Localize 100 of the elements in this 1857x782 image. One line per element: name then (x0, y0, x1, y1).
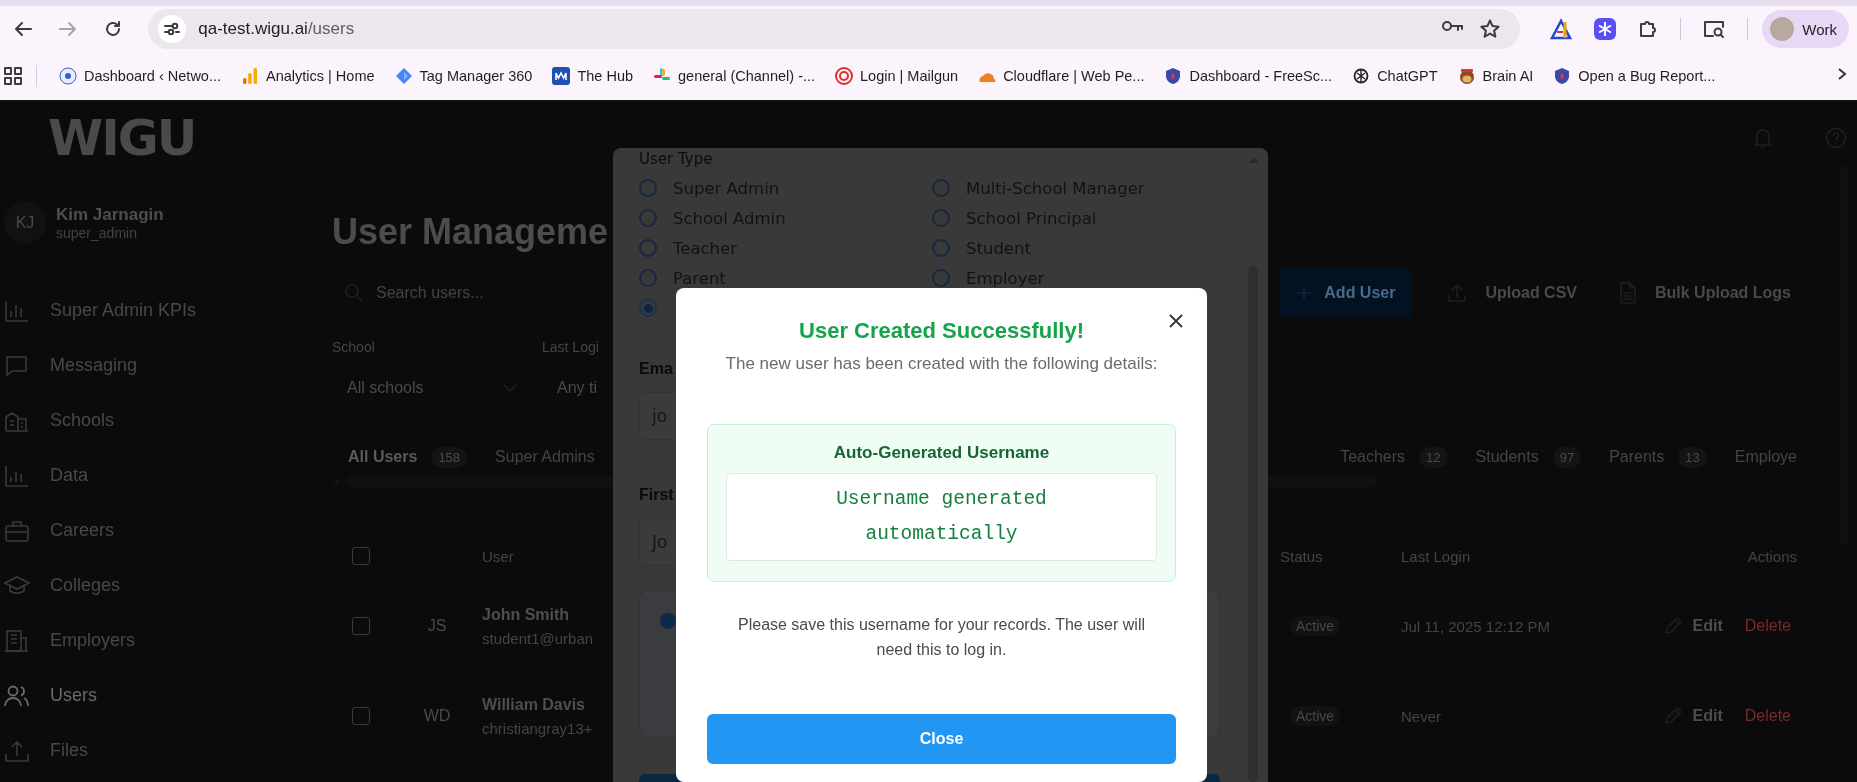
url-text: qa-test.wigu.ai/users (198, 19, 356, 39)
diamond-icon (394, 67, 413, 85)
triangle-ruler-icon[interactable] (1550, 18, 1573, 40)
sidebar-item[interactable]: Schools (0, 393, 300, 448)
user-name: John Smith (482, 605, 570, 624)
bookmark[interactable]: Tag Manager 360 (384, 60, 543, 92)
upload-csv-button[interactable]: Upload CSV (1441, 282, 1583, 304)
filter-select[interactable]: All schools (332, 365, 532, 411)
user-initials: JS (426, 617, 448, 635)
dialog-subtitle: The new user has been created with the following details: (725, 354, 1158, 374)
column-header: Status (1280, 547, 1324, 565)
star-icon[interactable] (1480, 19, 1501, 39)
sidebar-item[interactable]: Messaging (0, 338, 300, 393)
column-header: User (482, 547, 515, 565)
radio-button[interactable] (932, 179, 950, 197)
user-email: christiangray13+ (482, 719, 593, 737)
upload-icon (4, 738, 30, 763)
bookmark[interactable]: Dashboard ‹ Netwo... (49, 60, 231, 92)
asterisk-icon[interactable] (1594, 18, 1617, 40)
row-checkbox[interactable] (352, 617, 370, 635)
edit-button[interactable]: Edit (1656, 705, 1729, 727)
select-all-checkbox[interactable] (352, 547, 370, 565)
profile-button[interactable]: Work (1762, 10, 1849, 48)
bookmark[interactable]: Open a Bug Report... (1543, 60, 1726, 92)
address-bar[interactable]: qa-test.wigu.ai/users (148, 9, 1521, 49)
bookmark[interactable]: Cloudflare | Web Pe... (968, 60, 1155, 92)
sidebar-item[interactable]: Users (0, 668, 300, 723)
sidebar-item[interactable]: Colleges (0, 558, 300, 613)
search-field[interactable]: Search users... (332, 271, 604, 315)
bookmark[interactable]: Brain AI (1447, 60, 1544, 92)
reload-icon (103, 20, 122, 38)
bookmark[interactable]: ChatGPT (1342, 60, 1448, 92)
radio-button[interactable] (639, 269, 657, 287)
briefcase-icon (4, 518, 30, 543)
back-arrow-icon (14, 21, 33, 37)
last-login: Never (1401, 707, 1442, 725)
bar-chart-icon (4, 298, 30, 323)
filter-label: Last Logi (542, 339, 600, 355)
username-label: Auto-Generated Username (833, 443, 1050, 463)
site-settings-icon[interactable] (158, 15, 187, 43)
radio-button[interactable] (639, 239, 657, 257)
key-icon[interactable] (1442, 19, 1465, 33)
puzzle-icon[interactable] (1638, 19, 1659, 39)
radio-button[interactable] (932, 209, 950, 227)
user-email: student1@urban (482, 629, 594, 647)
close-icon (1169, 314, 1183, 328)
sidebar-item[interactable]: Files (0, 723, 300, 778)
bookmark[interactable]: The Hub (542, 60, 644, 92)
radio-button[interactable] (639, 299, 657, 317)
sidebar-item[interactable]: Data (0, 448, 300, 503)
user-role: super_admin (56, 225, 138, 241)
bar-chart-icon (241, 67, 259, 85)
sidebar-item[interactable]: Super Admin KPIs (0, 283, 300, 338)
apps-grid-icon[interactable] (4, 67, 22, 85)
users-icon (4, 683, 30, 708)
row-checkbox[interactable] (352, 707, 370, 725)
delete-button[interactable]: Delete (1738, 616, 1797, 636)
radio-button[interactable] (639, 209, 657, 227)
sidebar-item[interactable]: Careers (0, 503, 300, 558)
user-name: William Davis (482, 695, 585, 714)
bulk-upload-logs-button[interactable]: Bulk Upload Logs (1613, 281, 1797, 305)
note-text: Please save this username for your records. The user will need this to log in. (737, 615, 1146, 660)
sidebar-item[interactable]: Employers (0, 613, 300, 668)
edit-button[interactable]: Edit (1656, 615, 1729, 637)
radio-button[interactable] (932, 239, 950, 257)
bookmark[interactable]: Login | Mailgun (825, 60, 969, 92)
shield-icon (1553, 67, 1572, 85)
radio-button[interactable] (639, 179, 657, 197)
column-header: Actions (1747, 547, 1797, 565)
filter-label: School (332, 339, 376, 355)
tab[interactable]: Employe (1734, 448, 1797, 466)
bar-chart-icon (4, 463, 30, 488)
building-icon (4, 628, 30, 653)
globe-icon (59, 67, 77, 85)
forward-arrow-icon (59, 21, 78, 37)
column-header: Last Login (1401, 547, 1472, 565)
message-icon (4, 353, 30, 378)
user-avatar: KJ (4, 202, 46, 244)
dot-icon (660, 613, 676, 629)
page-title: User Manageme (332, 211, 609, 253)
add-user-button[interactable]: Add User (1280, 268, 1412, 318)
close-dialog-button[interactable]: Close (707, 714, 1176, 764)
dialog-title: User Created Successfully! (799, 318, 1084, 344)
username-value: Username generated automatically (726, 473, 1157, 561)
chevron-right-icon[interactable] (1837, 67, 1847, 81)
tab-search-icon[interactable] (1703, 19, 1726, 39)
shield-icon (1164, 67, 1183, 85)
tab[interactable]: Super Admins (495, 448, 595, 466)
bookmark[interactable]: general (Channel) -... (643, 60, 826, 92)
logo: WIGU (48, 108, 196, 167)
user-initials: WD (422, 707, 452, 725)
delete-button[interactable]: Delete (1738, 706, 1797, 726)
avatar-icon (1770, 17, 1795, 41)
last-login: Jul 11, 2025 12:12 PM (1401, 617, 1551, 635)
wave-icon (552, 67, 571, 85)
sliders-icon (164, 22, 181, 36)
user-name: Kim Jarnagin (56, 205, 164, 225)
target-icon (835, 67, 854, 85)
bookmark[interactable]: Analytics | Home (231, 60, 385, 92)
bookmark[interactable]: Dashboard - FreeSc... (1154, 60, 1343, 92)
